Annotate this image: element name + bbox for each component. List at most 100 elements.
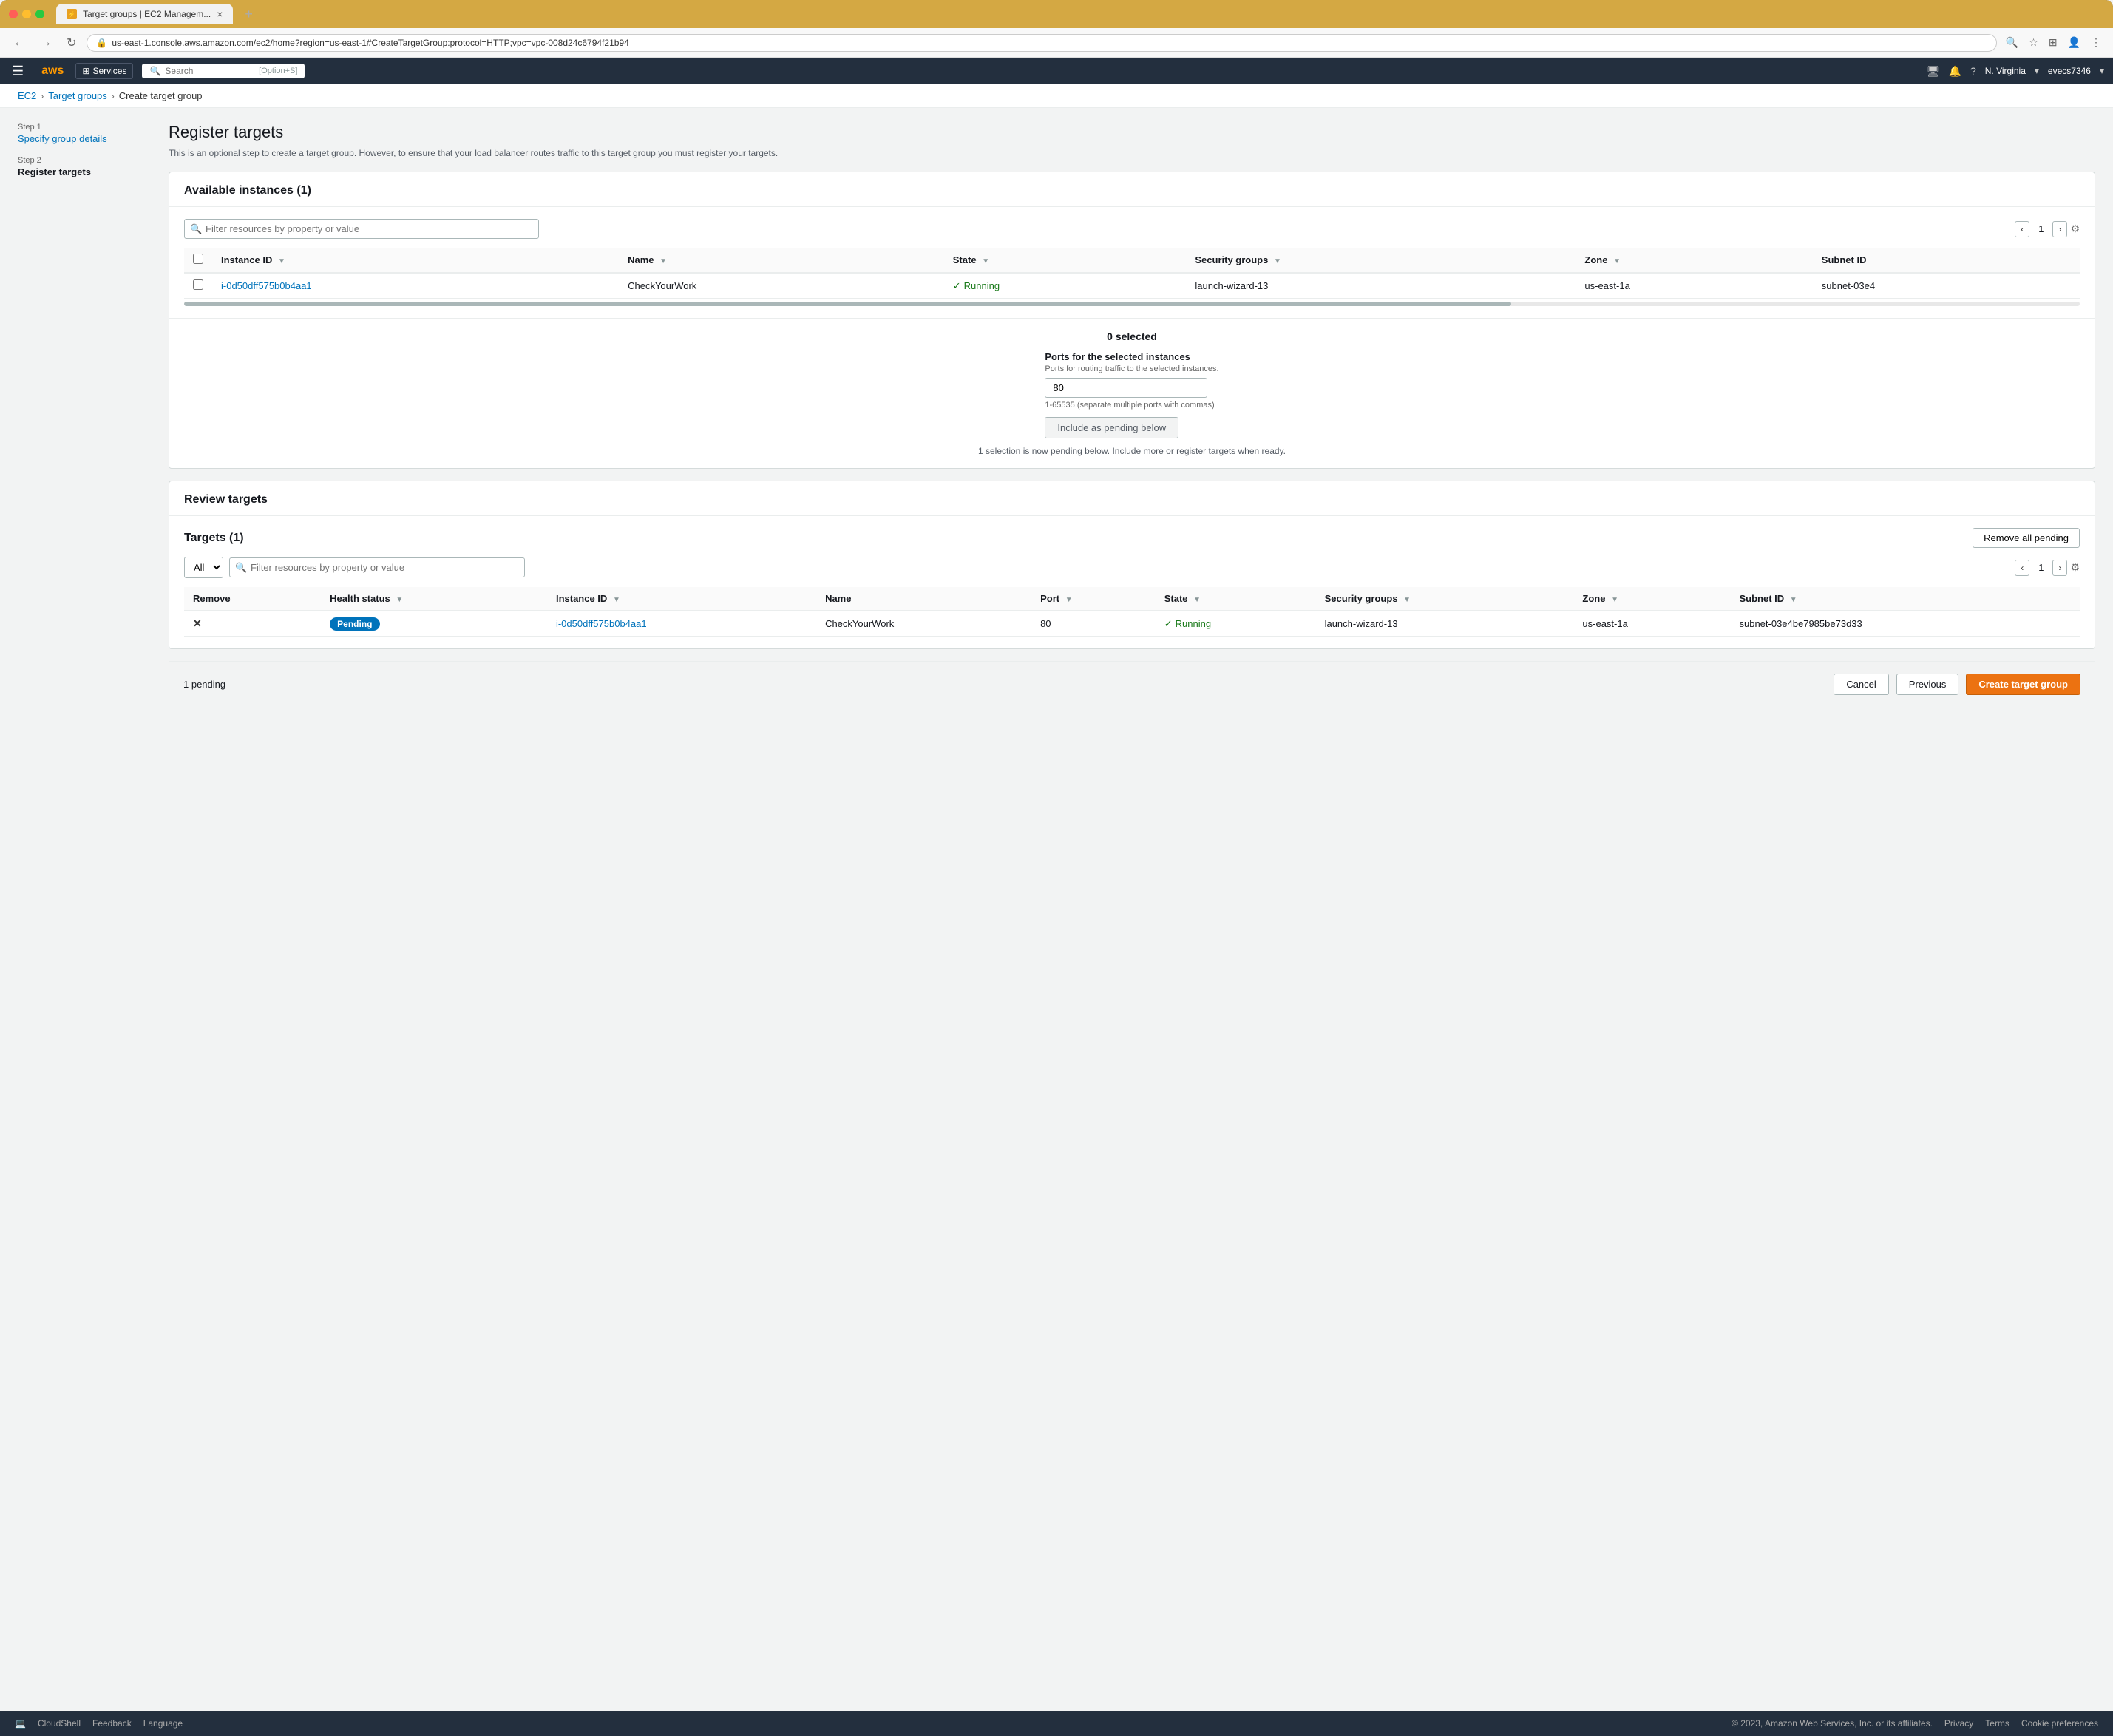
available-filter-input[interactable] (184, 219, 539, 239)
sort-zone-icon[interactable]: ▼ (1613, 257, 1621, 265)
review-search-icon: 🔍 (235, 562, 247, 574)
terms-link[interactable]: Terms (1985, 1718, 2009, 1729)
ports-section: Ports for the selected instances Ports f… (1045, 351, 1218, 438)
review-filter-bar: All 🔍 ‹ 1 › ⚙ (184, 557, 2080, 578)
tab-title: Target groups | EC2 Managem... (83, 9, 211, 19)
review-filter-input[interactable] (229, 557, 525, 577)
footer-actions: 1 pending Cancel Previous Create target … (169, 661, 2095, 707)
sort-instance-id-icon[interactable]: ▼ (278, 257, 285, 265)
col-r-instance-id: Instance ID ▼ (547, 587, 816, 611)
previous-button[interactable]: Previous (1896, 674, 1959, 695)
available-page-prev[interactable]: ‹ (2015, 221, 2029, 237)
step2-label: Step 2 (18, 156, 151, 165)
sidebar-step1-name[interactable]: Specify group details (18, 133, 151, 144)
tab-close-button[interactable]: × (217, 8, 223, 20)
tab-favicon: ⚡ (67, 9, 77, 19)
select-all-checkbox[interactable] (193, 254, 203, 264)
aws-logo: aws (41, 64, 64, 78)
col-state: State ▼ (944, 248, 1187, 273)
services-label: Services (92, 66, 126, 76)
sort-r-state-icon[interactable]: ▼ (1193, 596, 1201, 604)
review-header-row: Targets (1) Remove all pending (184, 528, 2080, 548)
col-instance-id: Instance ID ▼ (212, 248, 619, 273)
aws-search-input[interactable] (165, 66, 254, 76)
running-check-icon: ✓ (953, 280, 961, 292)
tab-grid-icon[interactable]: ⊞ (2046, 33, 2061, 52)
menu-icon[interactable]: ⋮ (2088, 33, 2104, 52)
bell-icon[interactable]: 🔔 (1949, 65, 1961, 78)
page-description: This is an optional step to create a tar… (169, 146, 2095, 160)
nav-reload-button[interactable]: ↻ (62, 33, 81, 53)
available-page-next[interactable]: › (2052, 221, 2067, 237)
aws-search-bar[interactable]: 🔍 [Option+S] (142, 64, 305, 78)
sort-sg-icon[interactable]: ▼ (1274, 257, 1281, 265)
aws-header: ☰ aws ⊞ Services 🔍 [Option+S] 🖥 🔔 ? N. V… (0, 58, 2113, 84)
remove-all-pending-button[interactable]: Remove all pending (1973, 528, 2080, 548)
sort-r-sg-icon[interactable]: ▼ (1403, 596, 1411, 604)
hamburger-menu[interactable]: ☰ (9, 61, 27, 82)
nav-back-button[interactable]: ← (9, 33, 30, 52)
privacy-link[interactable]: Privacy (1944, 1718, 1973, 1729)
cancel-button[interactable]: Cancel (1834, 674, 1888, 695)
browser-tab[interactable]: ⚡ Target groups | EC2 Managem... × (56, 4, 233, 24)
feedback-link[interactable]: Feedback (92, 1718, 132, 1729)
sort-state-icon[interactable]: ▼ (982, 257, 989, 265)
col-r-name: Name (816, 587, 1031, 611)
create-target-group-button[interactable]: Create target group (1966, 674, 2080, 695)
table-scrollbar[interactable] (184, 302, 2080, 306)
review-row-instance-id: i-0d50dff575b0b4aa1 (547, 611, 816, 637)
new-tab-button[interactable]: + (245, 7, 253, 22)
cloudshell-icon: 💻 (15, 1718, 26, 1729)
review-filter-wrap: 🔍 (229, 557, 525, 577)
sort-r-subnet-icon[interactable]: ▼ (1790, 596, 1797, 604)
sort-name-icon[interactable]: ▼ (659, 257, 667, 265)
breadcrumb-target-groups[interactable]: Target groups (48, 90, 107, 101)
maximize-dot[interactable] (35, 10, 44, 18)
cloudshell-link[interactable]: CloudShell (38, 1718, 81, 1729)
review-page-next[interactable]: › (2052, 560, 2067, 576)
bookmark-icon[interactable]: ☆ (2026, 33, 2041, 52)
available-page-num: 1 (2032, 221, 2049, 237)
review-filter-select[interactable]: All (184, 557, 223, 578)
pending-message: 1 selection is now pending below. Includ… (184, 446, 2080, 456)
language-link[interactable]: Language (143, 1718, 183, 1729)
row-checkbox[interactable] (193, 279, 203, 290)
cookie-link[interactable]: Cookie preferences (2021, 1718, 2098, 1729)
review-status-running: ✓ Running (1164, 618, 1307, 630)
browser-nav-icons: 🔍 ☆ ⊞ 👤 ⋮ (2003, 33, 2104, 52)
review-table-row: ✕ Pending i-0d50dff575b0b4aa1 CheckYourW… (184, 611, 2080, 637)
sort-port-icon[interactable]: ▼ (1065, 596, 1073, 604)
address-bar[interactable]: 🔒 us-east-1.console.aws.amazon.com/ec2/h… (87, 34, 1996, 52)
ports-input[interactable] (1045, 378, 1207, 398)
review-page-prev[interactable]: ‹ (2015, 560, 2029, 576)
help-icon[interactable]: ? (1970, 65, 1976, 77)
remove-row-button[interactable]: ✕ (193, 617, 202, 630)
close-dot[interactable] (9, 10, 18, 18)
sort-health-icon[interactable]: ▼ (396, 596, 403, 604)
available-instances-body: 🔍 ‹ 1 › ⚙ (169, 207, 2095, 318)
monitor-icon[interactable]: 🖥 (1927, 65, 1940, 78)
selected-count: 0 selected (184, 330, 2080, 342)
sort-r-instance-icon[interactable]: ▼ (613, 596, 620, 604)
breadcrumb-current: Create target group (119, 90, 203, 101)
selected-section: 0 selected Ports for the selected instan… (169, 318, 2095, 468)
user-menu[interactable]: evecs7346 (2048, 66, 2091, 76)
search-browser-icon[interactable]: 🔍 (2003, 33, 2021, 52)
available-table-row: i-0d50dff575b0b4aa1 CheckYourWork ✓ Runn… (184, 273, 2080, 299)
minimize-dot[interactable] (22, 10, 31, 18)
address-text: us-east-1.console.aws.amazon.com/ec2/hom… (112, 38, 628, 48)
nav-forward-button[interactable]: → (35, 33, 56, 52)
services-button[interactable]: ⊞ Services (75, 63, 133, 79)
available-settings-icon[interactable]: ⚙ (2070, 223, 2080, 235)
ports-sublabel: Ports for routing traffic to the selecte… (1045, 365, 1218, 373)
include-pending-button[interactable]: Include as pending below (1045, 417, 1178, 438)
main-content: Register targets This is an optional ste… (169, 123, 2095, 1696)
profile-icon[interactable]: 👤 (2065, 33, 2083, 52)
sort-r-zone-icon[interactable]: ▼ (1611, 596, 1618, 604)
review-row-subnet: subnet-03e4be7985be73d33 (1730, 611, 2080, 637)
region-selector[interactable]: N. Virginia (1985, 66, 2026, 76)
review-row-health: Pending (321, 611, 547, 637)
review-settings-icon[interactable]: ⚙ (2070, 561, 2080, 574)
breadcrumb-ec2[interactable]: EC2 (18, 90, 36, 101)
breadcrumb-sep-2: › (112, 91, 115, 101)
